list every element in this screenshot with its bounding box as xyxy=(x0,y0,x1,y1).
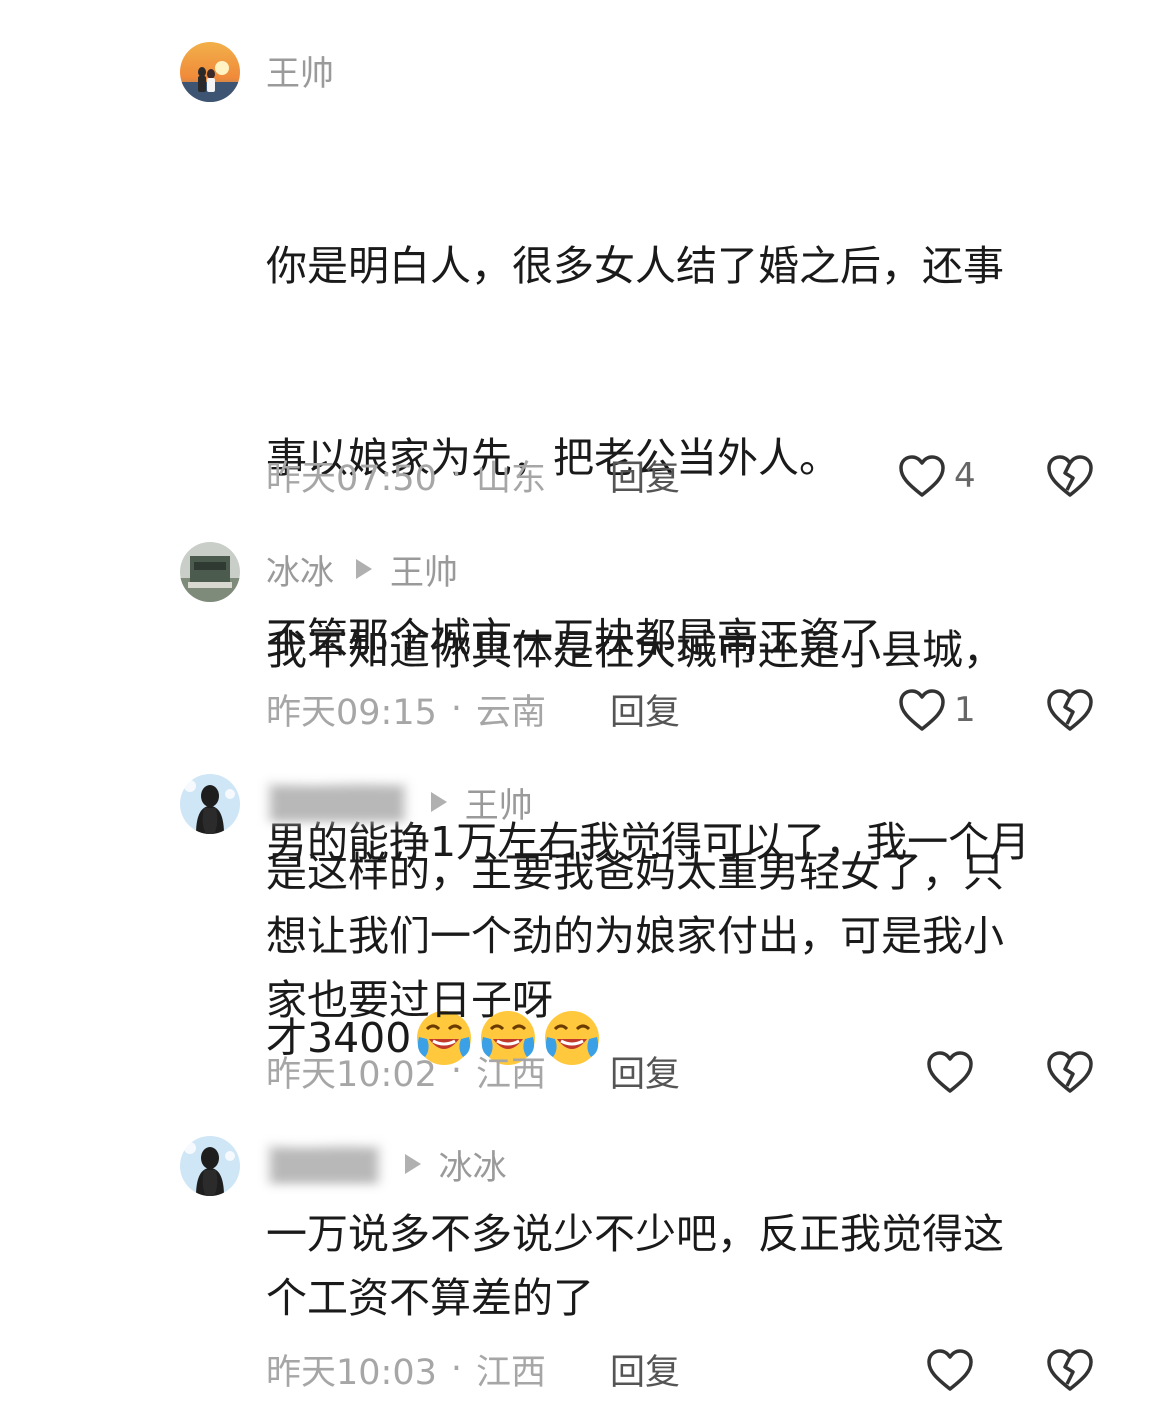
triangle-right-icon xyxy=(356,559,372,579)
avatar[interactable] xyxy=(180,542,240,602)
avatar[interactable] xyxy=(180,774,240,834)
reply-button[interactable]: 回复 xyxy=(610,684,680,735)
timestamp: 昨天09:15 xyxy=(266,692,437,733)
dislike-button[interactable] xyxy=(1046,1044,1094,1100)
avatar[interactable] xyxy=(180,42,240,102)
broken-heart-icon xyxy=(1047,1051,1093,1093)
comment-header: 冰冰 王帅 xyxy=(266,545,458,594)
comment-text: 是这样的，主要我爸妈太重男轻女了，只 想让我们一个劲的为娘家付出，可是我小 家也… xyxy=(266,848,1004,1024)
like-button[interactable] xyxy=(926,1342,982,1398)
comment-meta: 昨天09:15 · 云南 回复 xyxy=(266,684,680,734)
comment-header: 王帅 xyxy=(266,46,334,95)
broken-heart-icon xyxy=(1047,1349,1093,1391)
author-name-blurred[interactable]: ▇▇▇▇ xyxy=(266,1144,383,1184)
triangle-right-icon xyxy=(404,1154,421,1174)
comment-text: 一万说多不多说少不少吧，反正我觉得这 个工资不算差的了 xyxy=(266,1210,1004,1322)
separator-dot: · xyxy=(450,1051,463,1091)
location: 云南 xyxy=(476,692,547,733)
comment-line: 你是明白人，很多女人结了婚之后，还事 xyxy=(266,242,1004,290)
heart-outline-icon xyxy=(927,1051,973,1093)
comment-text: 不管那个城市一万块都是高工资了 xyxy=(266,614,881,662)
timestamp: 昨天10:03 xyxy=(266,1352,437,1393)
author-name[interactable]: 冰冰 xyxy=(266,545,334,594)
comment-meta: 昨天10:02 · 江西 回复 xyxy=(266,1046,680,1096)
broken-heart-icon xyxy=(1047,689,1093,731)
separator-dot: · xyxy=(450,689,463,729)
dislike-button[interactable] xyxy=(1046,682,1094,738)
comment-meta: 昨天10:03 · 江西 回复 xyxy=(266,1344,680,1394)
author-name[interactable]: 王帅 xyxy=(266,46,334,95)
like-button[interactable]: 4 xyxy=(898,448,976,504)
author-name-blurred[interactable]: ▇▇▇▇▇ xyxy=(266,782,409,822)
reply-to-name[interactable]: 冰冰 xyxy=(439,1140,507,1189)
broken-heart-icon xyxy=(1047,455,1093,497)
reply-to-name[interactable]: 王帅 xyxy=(465,778,533,827)
like-count: 1 xyxy=(954,690,976,730)
reply-button[interactable]: 回复 xyxy=(610,1344,680,1395)
heart-outline-icon xyxy=(927,1349,973,1391)
dislike-button[interactable] xyxy=(1046,1342,1094,1398)
separator-dot: · xyxy=(450,455,463,495)
comment-header: ▇▇▇▇▇ 王帅 xyxy=(266,778,533,827)
like-count: 4 xyxy=(954,456,976,496)
reply-button[interactable]: 回复 xyxy=(610,450,680,501)
location: 江西 xyxy=(476,1352,547,1393)
triangle-right-icon xyxy=(430,792,447,812)
comment-meta: 昨天07:50 · 山东 回复 xyxy=(266,450,680,500)
reply-to-name[interactable]: 王帅 xyxy=(390,545,458,594)
avatar[interactable] xyxy=(180,1136,240,1196)
heart-outline-icon xyxy=(899,689,945,731)
location: 山东 xyxy=(476,458,547,499)
like-button[interactable]: 1 xyxy=(898,682,976,738)
separator-dot: · xyxy=(450,1349,463,1389)
timestamp: 昨天07:50 xyxy=(266,458,437,499)
timestamp: 昨天10:02 xyxy=(266,1054,437,1095)
reply-button[interactable]: 回复 xyxy=(610,1046,680,1097)
like-button[interactable] xyxy=(926,1044,982,1100)
location: 江西 xyxy=(476,1054,547,1095)
heart-outline-icon xyxy=(899,455,945,497)
dislike-button[interactable] xyxy=(1046,448,1094,504)
comment-header: ▇▇▇▇ 冰冰 xyxy=(266,1140,507,1189)
